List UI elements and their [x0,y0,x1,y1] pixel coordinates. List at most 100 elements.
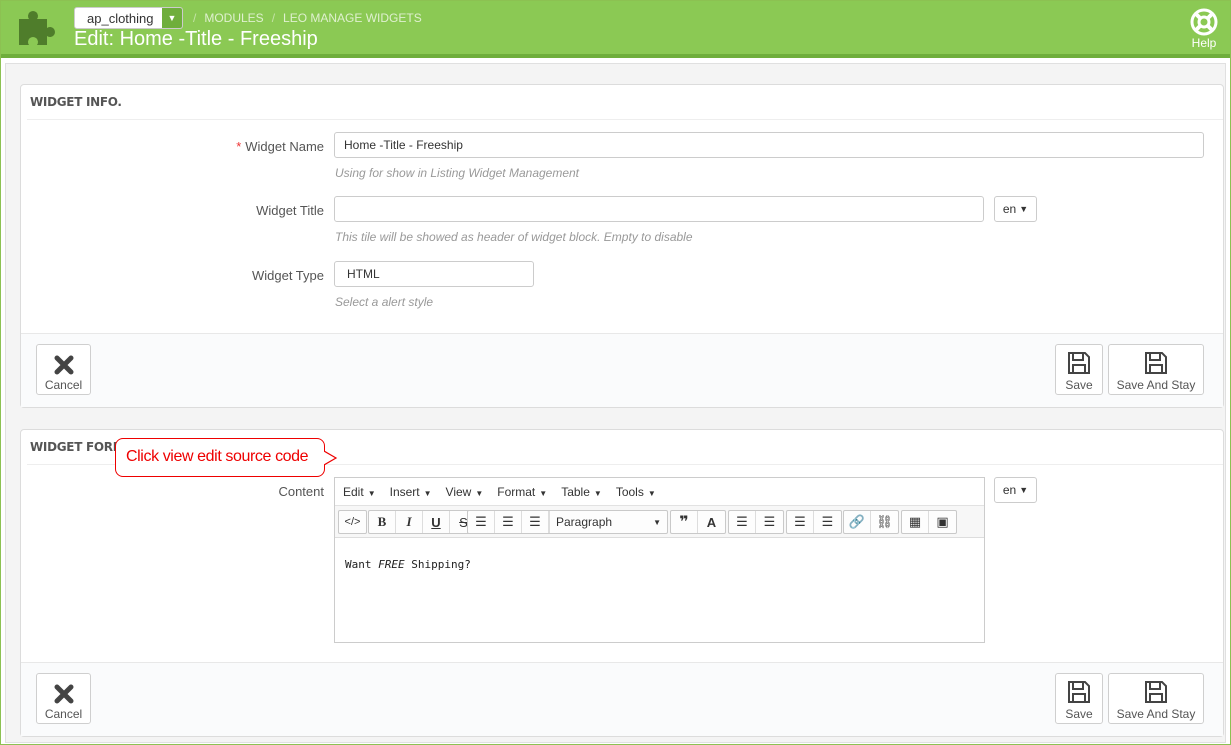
menu-tools-label: Tools [615,484,644,499]
cancel-button[interactable]: Cancel [36,344,91,395]
list-group: ☰ ☰ [728,510,784,534]
menu-format[interactable]: Format ▼ [497,485,547,499]
widget-title-input[interactable] [334,196,984,222]
insert-link-button[interactable]: 🔗 [844,511,871,533]
blockquote-button[interactable]: ❞ [671,511,698,533]
caret-down-icon: ▼ [423,488,432,498]
text-style-group: B I U S [368,510,478,534]
italic-button[interactable]: I [396,511,423,533]
breadcrumb: / MODULES / LEO MANAGE WIDGETS [193,11,422,25]
caret-down-icon: ▼ [367,488,376,498]
bullet-list-icon: ☰ [736,514,748,529]
breadcrumb-separator: / [271,11,276,25]
language-label: en [1002,483,1017,497]
code-icon: </> [344,516,361,528]
caret-down-icon: ▼ [1019,204,1029,214]
widget-info-footer: Cancel Save Save And Stay [21,333,1223,407]
italic-icon: I [406,514,412,529]
block-group: ❞ A [670,510,726,534]
save-and-stay-button[interactable]: Save And Stay [1108,673,1204,724]
menu-view-label: View [445,484,472,499]
indent-icon: ☰ [821,514,834,529]
floppy-disk-icon [1068,681,1090,703]
align-left-icon: ☰ [475,514,487,529]
cancel-label: Cancel [44,378,83,392]
caret-down-icon: ▼ [1019,485,1029,495]
breadcrumb-leo-manage-widgets[interactable]: LEO MANAGE WIDGETS [283,11,422,25]
puzzle-piece-icon [19,11,55,45]
breadcrumb-separator: / [193,11,197,25]
outdent-button[interactable]: ☰ [787,511,814,533]
align-right-icon: ☰ [529,514,541,529]
quote-icon: ❞ [679,514,689,531]
link-icon: 🔗 [848,514,866,529]
align-right-button[interactable]: ☰ [522,511,549,533]
content-language-button[interactable]: en ▼ [994,477,1037,503]
menu-edit[interactable]: Edit ▼ [343,485,376,499]
indent-button[interactable]: ☰ [814,511,841,533]
page-title: Edit: Home -Title - Freeship [74,28,318,50]
breadcrumb-modules[interactable]: MODULES [204,11,263,25]
bold-icon: B [377,514,387,529]
widget-name-help: Using for show in Listing Widget Managem… [335,166,580,180]
widget-type-label: Widget Type [251,268,324,283]
rich-text-editor: Edit ▼ Insert ▼ View ▼ Format ▼ Table ▼ Tools… [334,477,985,643]
menu-table[interactable]: Table ▼ [561,485,602,499]
format-select-value: Paragraph [556,515,613,529]
lifebuoy-icon [1190,8,1218,36]
text-color-button[interactable]: A [698,511,725,533]
bullet-list-button[interactable]: ☰ [729,511,756,533]
align-center-icon: ☰ [502,514,514,529]
caret-down-icon: ▼ [539,488,548,498]
menu-tools[interactable]: Tools ▼ [616,485,656,499]
widget-title-language-button[interactable]: en ▼ [994,196,1037,222]
content-text-emphasis: FREE [378,558,405,571]
content-text-before: Want [345,558,379,571]
align-center-button[interactable]: ☰ [495,511,522,533]
widget-type-help: Select a alert style [335,295,434,309]
shop-selector[interactable]: ap_clothing ▼ [74,7,183,29]
widget-title-label: Widget Title [256,203,324,218]
image-icon: ▣ [936,514,949,529]
media-group: ▦ ▣ [901,510,957,534]
save-button[interactable]: Save [1055,673,1103,724]
editor-content[interactable]: Want FREE Shipping? [335,538,984,571]
menu-view[interactable]: View ▼ [446,485,484,499]
save-and-stay-label: Save And Stay [1116,378,1196,392]
top-header: ap_clothing ▼ / MODULES / LEO MANAGE WID… [1,1,1230,58]
cancel-button[interactable]: Cancel [36,673,91,724]
floppy-disk-icon [1145,681,1167,703]
align-left-button[interactable]: ☰ [468,511,495,533]
remove-link-button[interactable]: ⛓ [871,511,898,533]
save-label: Save [1065,378,1093,392]
widget-name-input[interactable]: Home -Title - Freeship [334,132,1204,158]
language-label: en [1002,202,1017,216]
numbered-list-icon: ☰ [763,514,776,529]
format-select[interactable]: Paragraph ▼ [549,511,667,533]
editor-toolbar: </> B I U S ☰ ☰ ☰ Paragraph ▼ ❞ A ☰ ☰ ☰ … [335,506,984,538]
save-button[interactable]: Save [1055,344,1103,395]
underline-button[interactable]: U [423,511,450,533]
align-group: ☰ ☰ ☰ Paragraph ▼ [467,510,668,534]
unlink-icon: ⛓ [876,514,893,529]
menu-table-label: Table [561,484,590,499]
widget-info-panel: WIDGET INFO. * Widget Name Home -Title - … [20,84,1224,408]
save-and-stay-button[interactable]: Save And Stay [1108,344,1204,395]
help-button[interactable]: Help [1189,8,1219,50]
source-code-button[interactable]: </> [339,511,366,533]
save-label: Save [1065,707,1093,721]
save-and-stay-label: Save And Stay [1116,707,1196,721]
menu-edit-label: Edit [343,484,364,499]
widget-form-footer: Cancel Save Save And Stay [21,662,1223,736]
menu-insert-label: Insert [389,484,420,499]
menu-insert[interactable]: Insert ▼ [390,485,432,499]
close-icon [54,355,73,375]
required-marker: * [236,139,242,154]
widget-info-heading: WIDGET INFO. [30,95,122,109]
numbered-list-button[interactable]: ☰ [756,511,783,533]
insert-media-button[interactable]: ▦ [902,511,929,533]
insert-image-button[interactable]: ▣ [929,511,956,533]
widget-type-field[interactable]: HTML [334,261,534,287]
bold-button[interactable]: B [369,511,396,533]
text-color-icon: A [706,514,717,530]
